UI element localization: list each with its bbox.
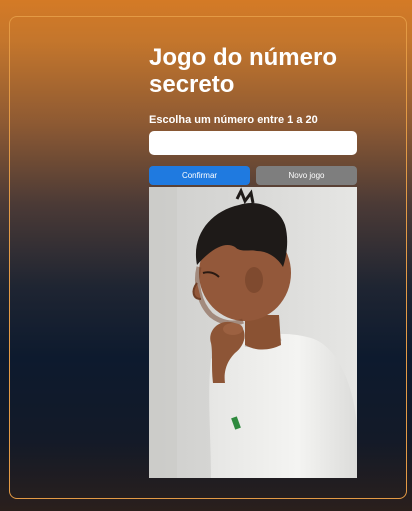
number-input[interactable] — [149, 131, 357, 155]
boy-photo — [149, 187, 357, 478]
page-title: Jogo do número secreto — [149, 44, 337, 98]
game-panel: Jogo do número secreto Escolha um número… — [149, 44, 357, 185]
confirm-button[interactable]: Confirmar — [149, 166, 250, 185]
instruction-label: Escolha um número entre 1 a 20 — [149, 114, 318, 126]
new-game-button[interactable]: Novo jogo — [256, 166, 357, 185]
button-row: Confirmar Novo jogo — [149, 166, 357, 185]
